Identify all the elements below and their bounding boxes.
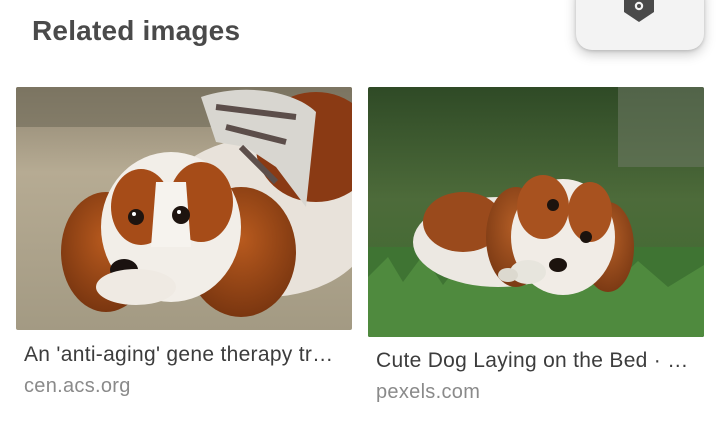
section-title: Related images <box>32 15 241 46</box>
result-caption[interactable]: An 'anti-aging' gene therapy tr… <box>16 343 344 367</box>
image-result-card[interactable]: An 'anti-aging' gene therapy tr… cen.acs… <box>16 87 352 398</box>
lens-icon[interactable] <box>622 0 656 22</box>
image-result-card[interactable]: Cute Dog Laying on the Bed · … pexels.co… <box>368 87 704 404</box>
result-caption[interactable]: Cute Dog Laying on the Bed · … <box>368 349 696 373</box>
related-images-page: Related images An 'anti-aging' gene ther… <box>0 0 717 432</box>
floating-action-card[interactable] <box>576 0 704 50</box>
result-thumbnail[interactable] <box>368 87 704 337</box>
result-source[interactable]: cen.acs.org <box>16 375 352 398</box>
result-thumbnail[interactable] <box>16 87 352 330</box>
dog-photo-image <box>16 87 352 330</box>
result-source[interactable]: pexels.com <box>368 381 704 404</box>
dog-photo-image <box>368 87 704 337</box>
